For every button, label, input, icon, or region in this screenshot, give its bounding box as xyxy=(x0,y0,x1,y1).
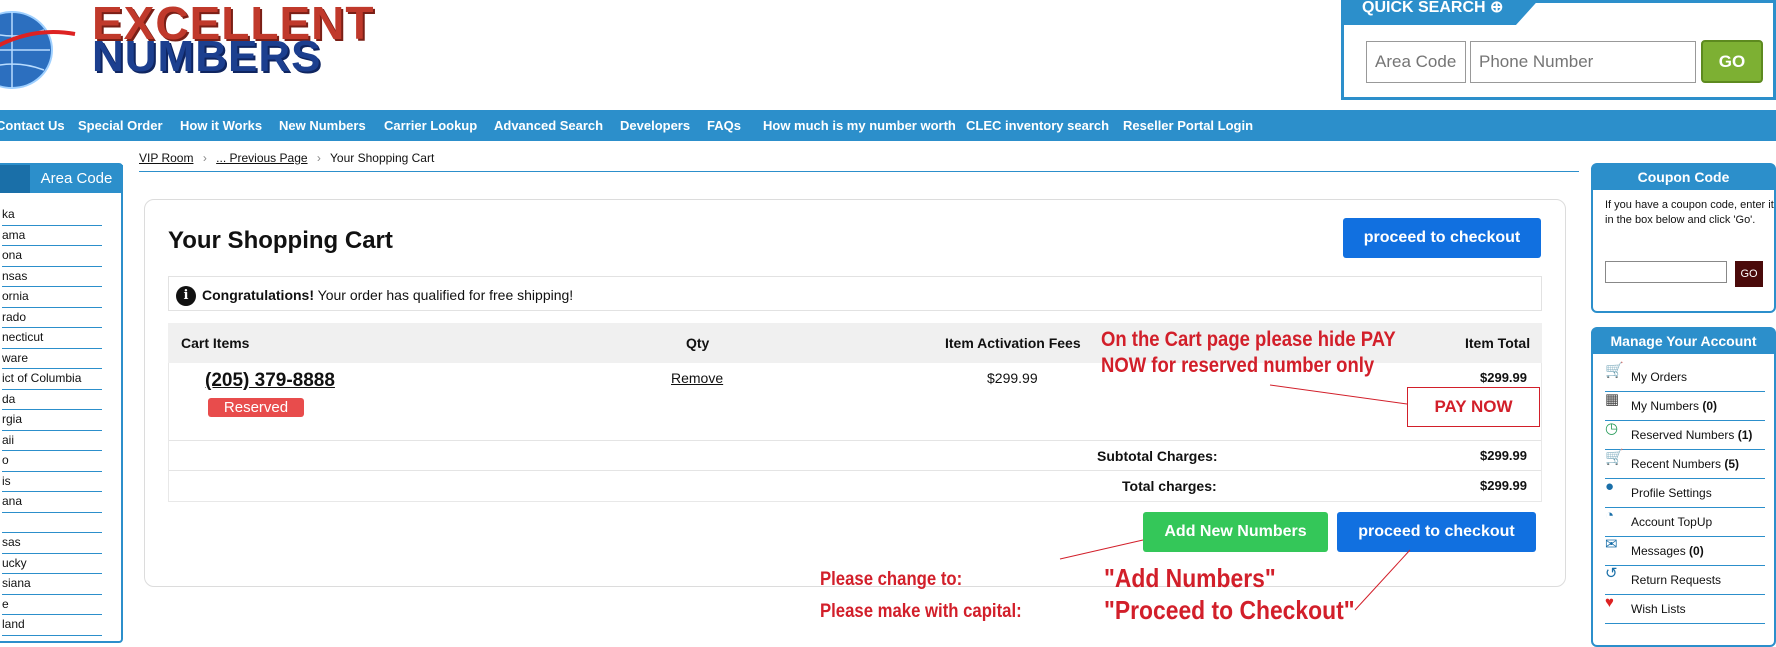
coupon-go-button[interactable]: GO xyxy=(1735,261,1763,287)
account-wish-lists[interactable]: ♥ Wish Lists xyxy=(1605,595,1765,624)
annotation-note-line1: On the Cart page please hide PAY xyxy=(1101,328,1396,351)
account-my-orders[interactable]: 🛒 My Orders xyxy=(1605,363,1765,392)
account-recent-numbers[interactable]: 🛒 Recent Numbers (5) xyxy=(1605,450,1765,479)
coupon-instructions: If you have a coupon code, enter it in t… xyxy=(1605,199,1774,226)
annotation-proceed: "Proceed to Checkout" xyxy=(1104,595,1355,625)
coupon-panel: Coupon Code If you have a coupon code, e… xyxy=(1591,163,1776,313)
return-icon: ↺ xyxy=(1605,565,1618,582)
message-icon: ✉ xyxy=(1605,536,1618,553)
account-messages[interactable]: ✉ Messages (0) xyxy=(1605,537,1765,566)
user-icon: ● xyxy=(1605,478,1615,495)
annotation-arrow-checkout xyxy=(1354,549,1411,611)
grid-icon: ▦ xyxy=(1605,391,1620,408)
coupon-input[interactable] xyxy=(1605,261,1727,283)
account-reserved-numbers[interactable]: ◷ Reserved Numbers (1) xyxy=(1605,421,1765,450)
account-return-requests[interactable]: ↺ Return Requests xyxy=(1605,566,1765,595)
annotation-add-numbers: "Add Numbers" xyxy=(1104,563,1276,593)
account-panel: Manage Your Account 🛒 My Orders ▦ My Num… xyxy=(1591,327,1776,647)
account-my-numbers[interactable]: ▦ My Numbers (0) xyxy=(1605,392,1765,421)
annotation-arrow-paynow xyxy=(1269,384,1408,405)
clock-icon: ◷ xyxy=(1605,420,1619,437)
cart-icon: 🛒 xyxy=(1605,362,1624,379)
annotation-arrow-add xyxy=(1059,539,1144,560)
chart-icon: ◔ xyxy=(1605,507,1615,524)
cart-icon: 🛒 xyxy=(1605,449,1624,466)
account-topup[interactable]: ◔ Account TopUp xyxy=(1605,508,1765,537)
annotation-change-to: Please change to: xyxy=(820,569,963,590)
account-profile-settings[interactable]: ● Profile Settings xyxy=(1605,479,1765,508)
annotation-capital: Please make with capital: xyxy=(820,601,1022,622)
coupon-title: Coupon Code xyxy=(1593,165,1774,190)
annotation-arrows xyxy=(1059,384,1411,611)
account-title: Manage Your Account xyxy=(1593,329,1774,354)
heart-icon: ♥ xyxy=(1605,594,1614,611)
annotation-note-line2: NOW for reserved number only xyxy=(1101,354,1375,377)
